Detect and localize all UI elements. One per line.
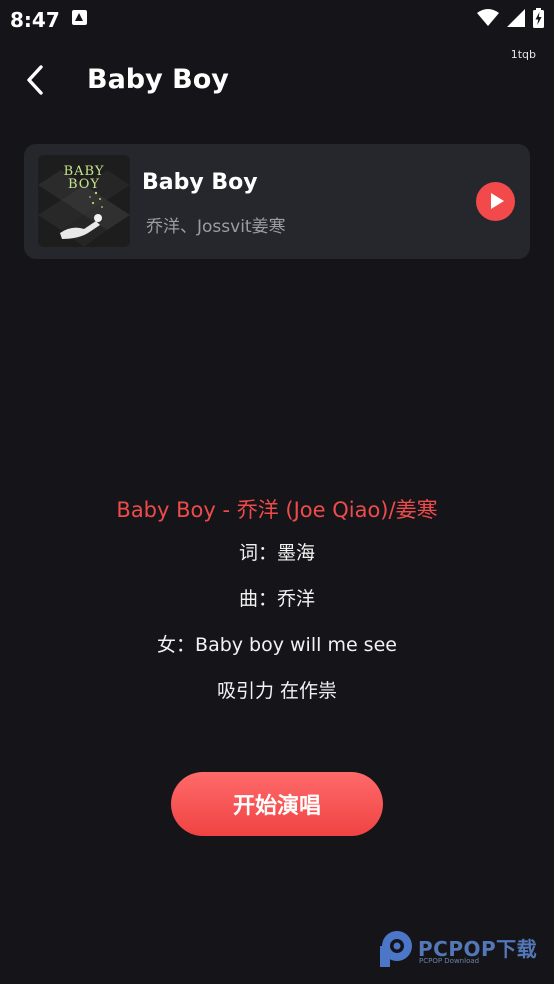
album-cover: BABY BOY	[38, 155, 130, 247]
lyric-line: 曲：乔洋	[238, 588, 315, 610]
a-notification-icon	[72, 10, 87, 25]
status-time: 8:47	[10, 8, 60, 32]
song-title: Baby Boy	[142, 170, 258, 195]
page-title: Baby Boy	[87, 64, 229, 95]
play-button[interactable]	[476, 182, 515, 221]
screen: 8:47 1tqb Baby Boy BABY BOY Baby Boy 乔洋、…	[0, 0, 554, 984]
wifi-icon	[477, 9, 499, 26]
lyrics-preview: Baby Boy - 乔洋 (Joe Qiao)/姜寒 词：墨海 曲：乔洋 女：…	[0, 490, 554, 714]
song-card[interactable]: BABY BOY Baby Boy 乔洋、Jossvit姜寒	[24, 144, 530, 259]
album-cover-title: BABY BOY	[38, 165, 130, 191]
lyric-line: 词：墨海	[238, 542, 315, 564]
battery-charging-icon	[533, 8, 544, 28]
album-cover-title-line-2: BOY	[67, 177, 101, 192]
pcpop-logo-icon	[380, 931, 412, 967]
corner-watermark-text: 1tqb	[510, 48, 536, 61]
chevron-left-icon	[27, 65, 43, 95]
song-artist: 乔洋、Jossvit姜寒	[146, 217, 286, 237]
signal-icon	[507, 9, 525, 27]
lyric-line: 女：Baby boy will me see	[157, 634, 397, 656]
lyric-line: 吸引力 在作祟	[216, 680, 338, 702]
back-button[interactable]	[18, 62, 52, 98]
lyrics-title: Baby Boy - 乔洋 (Joe Qiao)/姜寒	[116, 498, 438, 522]
status-bar: 8:47	[0, 0, 554, 38]
pcpop-watermark: PCPOP下载 PCPOP Download	[378, 929, 548, 969]
status-icons	[477, 7, 544, 29]
watermark-subtext: PCPOP Download	[419, 957, 480, 965]
start-singing-button[interactable]: 开始演唱	[171, 772, 383, 836]
